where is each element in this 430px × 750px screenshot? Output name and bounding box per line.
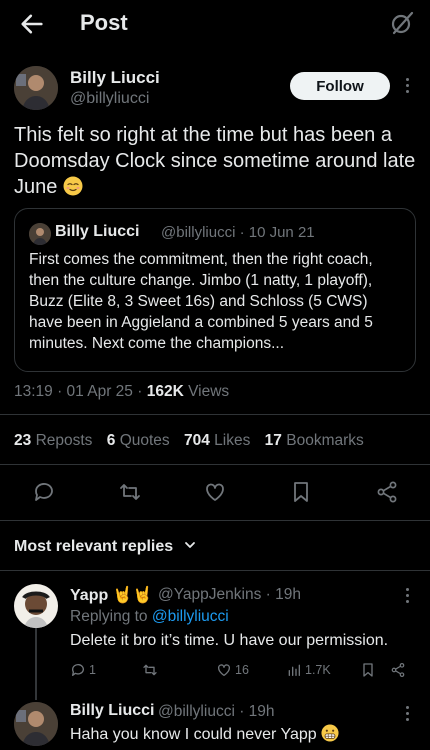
reply-author-handle[interactable]: @YappJenkins · 19h bbox=[158, 586, 301, 604]
likes-count: 704 bbox=[183, 432, 210, 449]
bookmarks-stat[interactable]: 17 Bookmarks bbox=[265, 432, 364, 449]
post-time: 13:19 · 01 Apr 25 · bbox=[14, 383, 147, 400]
views-label: Views bbox=[183, 383, 230, 400]
replies-sort-dropdown[interactable]: Most relevant replies bbox=[14, 538, 196, 556]
divider bbox=[0, 464, 430, 465]
like-icon bbox=[218, 664, 230, 676]
reply-bookmark-button[interactable] bbox=[360, 662, 376, 678]
bookmark-icon bbox=[363, 663, 373, 677]
reply-reply-button[interactable]: 1 bbox=[70, 662, 96, 678]
reply-text: Haha you know I could never Yapp bbox=[70, 726, 317, 743]
reposts-count: 23 bbox=[14, 432, 32, 449]
thread-line bbox=[35, 628, 37, 700]
quotes-stat[interactable]: 6 Quotes bbox=[107, 432, 170, 449]
quotes-count: 6 bbox=[106, 432, 116, 449]
likes-stat[interactable]: 704 Likes bbox=[184, 432, 250, 449]
replies-header-label: Most relevant replies bbox=[14, 538, 174, 555]
reply-author-handle[interactable]: @billyliucci · 19h bbox=[158, 703, 275, 721]
post-stats: 23 Reposts 6 Quotes 704 Likes 17 Bookmar… bbox=[14, 432, 374, 450]
quote-author-name: Billy Liucci bbox=[55, 223, 140, 240]
divider bbox=[0, 570, 430, 571]
views-icon bbox=[288, 664, 300, 676]
repost-icon[interactable] bbox=[118, 480, 142, 504]
more-options-icon[interactable] bbox=[404, 706, 410, 724]
like-count: 16 bbox=[235, 663, 249, 677]
likes-label: Likes bbox=[214, 432, 251, 449]
reply-avatar[interactable] bbox=[14, 702, 58, 746]
page-title: Post bbox=[80, 10, 128, 35]
top-bar: Post bbox=[0, 0, 430, 48]
replying-to-prefix: Replying to bbox=[70, 608, 152, 625]
post-text: This felt so right at the time but has b… bbox=[14, 122, 418, 200]
reposts-label: Reposts bbox=[35, 432, 93, 449]
bookmark-icon[interactable] bbox=[289, 480, 313, 504]
like-icon[interactable] bbox=[203, 480, 227, 504]
reply-repost-button[interactable] bbox=[142, 662, 158, 678]
back-arrow-icon[interactable] bbox=[18, 10, 46, 38]
reply-text: Delete it bro it’s time. U have our perm… bbox=[70, 632, 389, 649]
more-options-icon[interactable] bbox=[404, 588, 410, 606]
divider bbox=[0, 520, 430, 521]
reply-like-button[interactable]: 16 bbox=[216, 662, 249, 678]
reply-avatar[interactable] bbox=[14, 584, 58, 628]
bookmarks-count: 17 bbox=[264, 432, 282, 449]
reply-author-name[interactable]: Yapp 🤘🤘 bbox=[70, 585, 153, 605]
reply-icon[interactable] bbox=[32, 480, 56, 504]
view-count: 1.7K bbox=[305, 663, 331, 677]
reply-count: 1 bbox=[89, 663, 96, 677]
grok-icon[interactable] bbox=[388, 9, 416, 37]
reply-share-button[interactable] bbox=[390, 662, 406, 678]
post-timestamp: 13:19 · 01 Apr 25 · 162K Views bbox=[14, 383, 229, 401]
follow-button[interactable]: Follow bbox=[290, 72, 390, 100]
share-icon[interactable] bbox=[375, 480, 399, 504]
grimacing-face-emoji bbox=[321, 724, 339, 742]
views-count: 162K bbox=[146, 383, 184, 400]
action-bar bbox=[0, 478, 430, 508]
relieved-face-emoji bbox=[63, 176, 83, 196]
reply-icon bbox=[71, 664, 84, 676]
chevron-down-icon bbox=[184, 542, 195, 548]
reply-author-name[interactable]: Billy Liucci bbox=[70, 702, 154, 720]
quoted-post[interactable]: Billy Liucci @billyliucci · 10 Jun 21 Fi… bbox=[14, 208, 416, 372]
quote-meta: @billyliucci · 10 Jun 21 bbox=[161, 224, 315, 241]
reply-text-row: Haha you know I could never Yapp bbox=[70, 724, 339, 744]
share-icon bbox=[391, 663, 405, 677]
quote-text: First comes the commitment, then the rig… bbox=[29, 251, 373, 352]
author-name[interactable]: Billy Liucci bbox=[70, 68, 160, 88]
reply-action-bar: 1 16 1.7K bbox=[70, 662, 415, 682]
replying-to-handle[interactable]: @billyliucci bbox=[152, 608, 229, 625]
divider bbox=[0, 414, 430, 415]
quote-avatar bbox=[29, 223, 51, 245]
author-handle[interactable]: @billyliucci bbox=[70, 90, 149, 108]
more-options-icon[interactable] bbox=[404, 78, 410, 96]
bookmarks-label: Bookmarks bbox=[286, 432, 364, 449]
repost-icon bbox=[143, 664, 157, 676]
author-avatar[interactable] bbox=[14, 66, 58, 110]
quotes-label: Quotes bbox=[119, 432, 170, 449]
replying-to: Replying to @billyliucci bbox=[70, 608, 229, 626]
reposts-stat[interactable]: 23 Reposts bbox=[14, 432, 92, 449]
reply-views-button[interactable]: 1.7K bbox=[286, 662, 331, 678]
